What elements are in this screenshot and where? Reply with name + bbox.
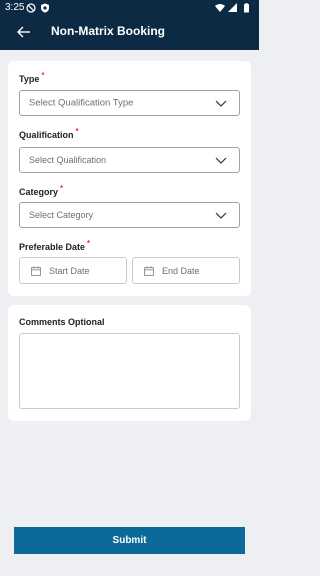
app-bar: 3:25 Non-Matrix Booking bbox=[0, 0, 259, 50]
comments-textarea[interactable] bbox=[19, 333, 240, 409]
page-title: Non-Matrix Booking bbox=[51, 24, 165, 38]
type-select-placeholder: Select Qualification Type bbox=[29, 97, 134, 109]
required-mark: * bbox=[60, 184, 64, 193]
comments-card: Comments Optional bbox=[8, 305, 251, 421]
chevron-down-icon bbox=[215, 212, 227, 219]
back-arrow-icon[interactable] bbox=[15, 23, 33, 41]
calendar-icon bbox=[144, 266, 154, 276]
status-time: 3:25 bbox=[5, 2, 25, 13]
bottom-bar bbox=[0, 562, 259, 576]
submit-button[interactable]: Submit bbox=[14, 527, 245, 554]
status-icons bbox=[215, 3, 249, 13]
chevron-down-icon bbox=[215, 100, 227, 107]
status-bar: 3:25 bbox=[0, 0, 259, 16]
chevron-down-icon bbox=[215, 157, 227, 164]
wifi-icon bbox=[215, 4, 225, 12]
qualification-label: Qualification * bbox=[19, 127, 79, 140]
start-date-placeholder: Start Date bbox=[49, 265, 90, 276]
end-date-field[interactable]: End Date bbox=[132, 257, 240, 284]
type-select[interactable]: Select Qualification Type bbox=[19, 90, 240, 116]
signal-icon bbox=[228, 3, 237, 12]
end-date-placeholder: End Date bbox=[162, 265, 200, 276]
qualification-select[interactable]: Select Qualification bbox=[19, 147, 240, 173]
required-mark: * bbox=[75, 127, 79, 136]
type-label: Type * bbox=[19, 71, 45, 84]
category-select-placeholder: Select Category bbox=[29, 210, 94, 220]
required-mark: * bbox=[41, 71, 45, 80]
booking-form-card: Type * Select Qualification Type Qualific… bbox=[8, 61, 251, 296]
battery-icon bbox=[244, 3, 249, 13]
preferable-date-label: Preferable Date * bbox=[19, 239, 91, 252]
start-date-field[interactable]: Start Date bbox=[19, 257, 127, 284]
shield-icon bbox=[41, 3, 49, 13]
comments-label: Comments Optional bbox=[19, 317, 105, 327]
category-select[interactable]: Select Category bbox=[19, 202, 240, 228]
do-not-disturb-icon bbox=[26, 3, 36, 13]
required-mark: * bbox=[87, 239, 91, 248]
qualification-select-placeholder: Select Qualification bbox=[29, 155, 107, 165]
calendar-icon bbox=[31, 266, 41, 276]
category-label: Category * bbox=[19, 184, 64, 197]
